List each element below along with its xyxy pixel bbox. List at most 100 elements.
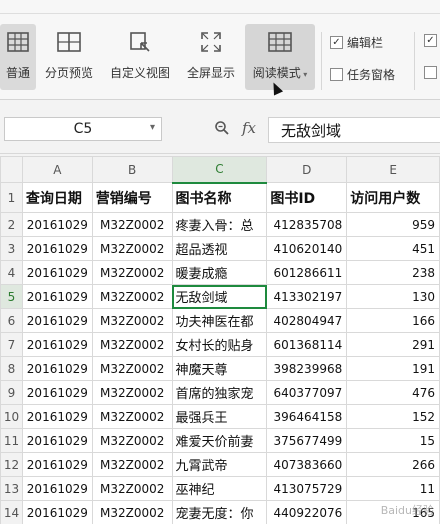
book-name-cell[interactable]: 疼妻入骨：总 — [171, 212, 268, 237]
date-cell[interactable]: 20161029 — [21, 476, 93, 501]
code-cell[interactable]: M32Z0002 — [91, 308, 173, 333]
book-id-cell[interactable]: 407383660 — [266, 452, 348, 477]
header-cell[interactable]: 图书ID — [266, 182, 348, 213]
visitors-cell[interactable]: 291 — [346, 332, 440, 357]
column-header-c[interactable]: C — [171, 156, 268, 184]
column-header-a[interactable]: A — [21, 156, 93, 183]
visitors-cell[interactable]: 476 — [346, 380, 440, 405]
code-cell[interactable]: M32Z0002 — [91, 260, 173, 285]
visitors-cell[interactable]: 266 — [346, 452, 440, 477]
book-id-cell[interactable]: 440922076 — [266, 500, 348, 524]
date-cell[interactable]: 20161029 — [21, 260, 93, 285]
visitors-cell[interactable]: 191 — [346, 356, 440, 381]
row-header[interactable]: 4 — [0, 260, 23, 285]
book-id-cell[interactable]: 640377097 — [266, 380, 348, 405]
book-id-cell[interactable]: 402804947 — [266, 308, 348, 333]
code-cell[interactable]: M32Z0002 — [91, 380, 173, 405]
row-header[interactable]: 8 — [0, 356, 23, 381]
column-header-b[interactable]: B — [91, 156, 173, 183]
book-id-cell[interactable]: 413075729 — [266, 476, 348, 501]
book-id-cell[interactable]: 375677499 — [266, 428, 348, 453]
book-name-cell[interactable]: 首席的独家宠 — [171, 380, 268, 405]
zoom-search-icon[interactable] — [214, 120, 230, 140]
name-box[interactable]: C5 ▾ — [4, 117, 162, 141]
visitors-cell[interactable]: 451 — [346, 236, 440, 261]
visitors-cell[interactable]: 15 — [346, 428, 440, 453]
partial-checkbox-2[interactable] — [424, 66, 440, 79]
row-header[interactable]: 7 — [0, 332, 23, 357]
date-cell[interactable]: 20161029 — [21, 284, 93, 309]
code-cell[interactable]: M32Z0002 — [91, 476, 173, 501]
visitors-cell[interactable]: 238 — [346, 260, 440, 285]
select-all-corner[interactable] — [0, 156, 23, 183]
fullscreen-button[interactable]: 全屏显示 — [182, 24, 240, 90]
active-cell[interactable]: 无敌剑域 — [171, 284, 268, 309]
code-cell[interactable]: M32Z0002 — [91, 332, 173, 357]
header-cell[interactable]: 访问用户数 — [346, 182, 440, 213]
date-cell[interactable]: 20161029 — [21, 404, 93, 429]
book-name-cell[interactable]: 超品透视 — [171, 236, 268, 261]
book-id-cell[interactable]: 412835708 — [266, 212, 348, 237]
date-cell[interactable]: 20161029 — [21, 308, 93, 333]
book-id-cell[interactable]: 413302197 — [266, 284, 348, 309]
task-pane-checkbox[interactable]: 任务窗格 — [330, 66, 395, 83]
book-name-cell[interactable]: 女村长的贴身 — [171, 332, 268, 357]
book-name-cell[interactable]: 巫神纪 — [171, 476, 268, 501]
header-cell[interactable]: 营销编号 — [91, 182, 173, 213]
code-cell[interactable]: M32Z0002 — [91, 452, 173, 477]
row-header[interactable]: 1 — [0, 182, 23, 213]
visitors-cell[interactable]: 11 — [346, 476, 440, 501]
partial-checkbox-1[interactable]: ✓ — [424, 34, 440, 47]
date-cell[interactable]: 20161029 — [21, 428, 93, 453]
code-cell[interactable]: M32Z0002 — [91, 212, 173, 237]
row-header[interactable]: 5 — [0, 284, 23, 309]
code-cell[interactable]: M32Z0002 — [91, 428, 173, 453]
book-id-cell[interactable]: 398239968 — [266, 356, 348, 381]
code-cell[interactable]: M32Z0002 — [91, 236, 173, 261]
row-header[interactable]: 14 — [0, 500, 23, 524]
book-name-cell[interactable]: 最强兵王 — [171, 404, 268, 429]
row-header[interactable]: 2 — [0, 212, 23, 237]
custom-view-button[interactable]: 自定义视图 — [104, 24, 176, 90]
book-name-cell[interactable]: 宠妻无度：你 — [171, 500, 268, 524]
book-name-cell[interactable]: 九霄武帝 — [171, 452, 268, 477]
column-header-d[interactable]: D — [266, 156, 348, 183]
book-name-cell[interactable]: 难爱天价前妻 — [171, 428, 268, 453]
date-cell[interactable]: 20161029 — [21, 236, 93, 261]
book-name-cell[interactable]: 功夫神医在都 — [171, 308, 268, 333]
normal-view-button[interactable]: 普通 — [0, 24, 36, 90]
date-cell[interactable]: 20161029 — [21, 380, 93, 405]
column-header-e[interactable]: E — [346, 156, 440, 183]
book-id-cell[interactable]: 601286611 — [266, 260, 348, 285]
code-cell[interactable]: M32Z0002 — [91, 404, 173, 429]
date-cell[interactable]: 20161029 — [21, 500, 93, 524]
reading-mode-button[interactable]: 阅读模式 ▾ — [245, 24, 315, 90]
book-id-cell[interactable]: 410620140 — [266, 236, 348, 261]
date-cell[interactable]: 20161029 — [21, 452, 93, 477]
visitors-cell[interactable]: 130 — [346, 284, 440, 309]
row-header[interactable]: 10 — [0, 404, 23, 429]
code-cell[interactable]: M32Z0002 — [91, 500, 173, 524]
date-cell[interactable]: 20161029 — [21, 332, 93, 357]
visitors-cell[interactable]: 959 — [346, 212, 440, 237]
book-name-cell[interactable]: 暖妻成瘾 — [171, 260, 268, 285]
insert-function-icon[interactable]: fx — [242, 119, 256, 137]
date-cell[interactable]: 20161029 — [21, 356, 93, 381]
book-id-cell[interactable]: 396464158 — [266, 404, 348, 429]
row-header[interactable]: 12 — [0, 452, 23, 477]
book-name-cell[interactable]: 神魔天尊 — [171, 356, 268, 381]
row-header[interactable]: 3 — [0, 236, 23, 261]
book-id-cell[interactable]: 601368114 — [266, 332, 348, 357]
formula-bar-checkbox[interactable]: ✓ 编辑栏 — [330, 34, 383, 51]
visitors-cell[interactable]: 152 — [346, 404, 440, 429]
formula-input[interactable]: 无敌剑域 — [268, 117, 440, 143]
header-cell[interactable]: 图书名称 — [171, 182, 268, 213]
row-header[interactable]: 9 — [0, 380, 23, 405]
chevron-down-icon[interactable]: ▾ — [150, 122, 155, 133]
header-cell[interactable]: 查询日期 — [21, 182, 93, 213]
row-header[interactable]: 6 — [0, 308, 23, 333]
visitors-cell[interactable]: 166 — [346, 308, 440, 333]
date-cell[interactable]: 20161029 — [21, 212, 93, 237]
row-header[interactable]: 11 — [0, 428, 23, 453]
code-cell[interactable]: M32Z0002 — [91, 356, 173, 381]
